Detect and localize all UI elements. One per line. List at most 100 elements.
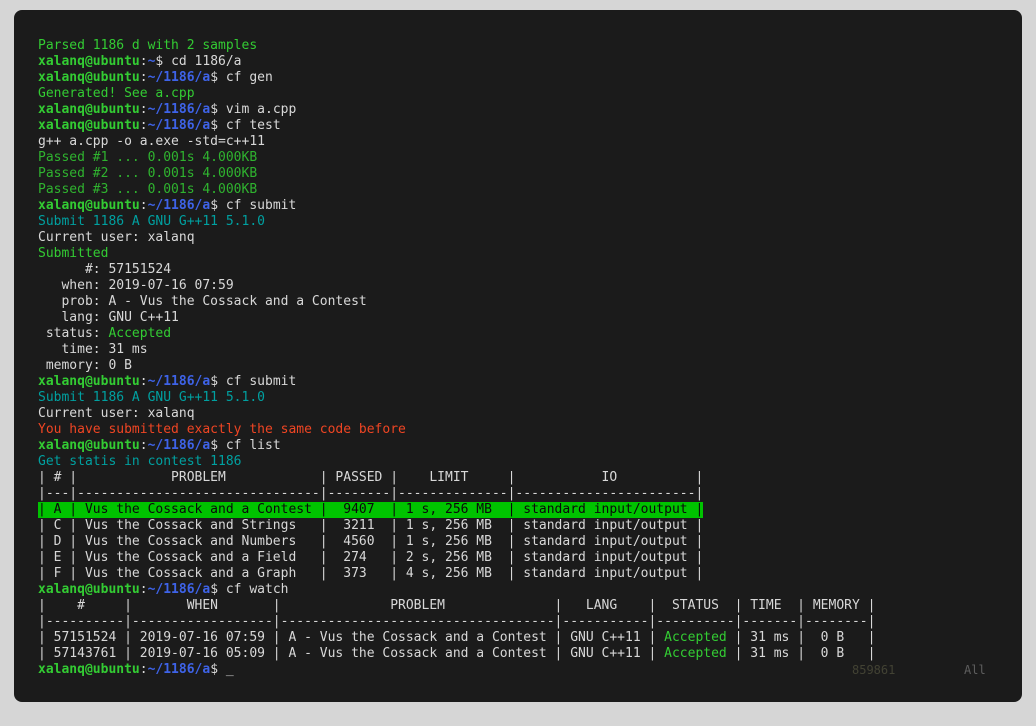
table-separator: |---|-------------------------------|---… — [38, 486, 1022, 502]
prompt-path: ~/1186/a — [148, 662, 211, 677]
text-segment: time: 31 ms — [38, 342, 148, 357]
text-segment: | 57143761 | 2019-07-16 05:09 | A - Vus … — [38, 646, 664, 661]
output-line: Parsed 1186 d with 2 samples — [38, 38, 1022, 54]
status-accepted: Accepted — [664, 646, 727, 661]
text-segment: : — [140, 118, 148, 133]
table-row: | D | Vus the Cossack and Numbers | 4560… — [38, 534, 1022, 550]
text-segment: Current user: xalanq — [38, 406, 195, 421]
table-row: | F | Vus the Cossack and a Graph | 373 … — [38, 566, 1022, 582]
text-segment: $ — [210, 438, 226, 453]
command-text: cf watch — [226, 582, 289, 597]
command-text: vim a.cpp — [226, 102, 296, 117]
output-line: Passed #1 ... 0.001s 4.000KB — [38, 150, 1022, 166]
text-segment: when: 2019-07-16 07:59 — [38, 278, 234, 293]
text-segment: lang: GNU C++11 — [38, 310, 179, 325]
text-segment: : — [140, 662, 148, 677]
output-line: Submit 1186 A GNU G++11 5.1.0 — [38, 214, 1022, 230]
table-row: | 57143761 | 2019-07-16 05:09 | A - Vus … — [38, 646, 1022, 662]
prompt-path: ~/1186/a — [148, 102, 211, 117]
table-header: | # | WHEN | PROBLEM | LANG | STATUS | T… — [38, 598, 1022, 614]
text-segment: status: — [38, 326, 108, 341]
text-segment: $ — [210, 70, 226, 85]
text-segment: | 31 ms | 0 B | — [727, 646, 876, 661]
text-segment: : — [140, 582, 148, 597]
prompt-user-host: xalanq@ubuntu — [38, 662, 140, 677]
text-segment: | F | Vus the Cossack and a Graph | 373 … — [38, 566, 703, 581]
prompt-user-host: xalanq@ubuntu — [38, 102, 140, 117]
prompt-path: ~/1186/a — [148, 198, 211, 213]
output-line: Current user: xalanq — [38, 406, 1022, 422]
command-text: cf list — [226, 438, 281, 453]
output-line: prob: A - Vus the Cossack and a Contest — [38, 294, 1022, 310]
text-segment: | E | Vus the Cossack and a Field | 274 … — [38, 550, 703, 565]
prompt-user-host: xalanq@ubuntu — [38, 374, 140, 389]
output-line: time: 31 ms — [38, 342, 1022, 358]
text-segment: Generated! See a.cpp — [38, 86, 195, 101]
text-segment: Passed #2 ... 0.001s 4.000KB — [38, 166, 257, 181]
text-segment: $ — [210, 198, 226, 213]
output-line: lang: GNU C++11 — [38, 310, 1022, 326]
prompt-user-host: xalanq@ubuntu — [38, 118, 140, 133]
text-segment: $ — [210, 582, 226, 597]
output-line: Generated! See a.cpp — [38, 86, 1022, 102]
output-line: Get statis in contest 1186 — [38, 454, 1022, 470]
terminal-window[interactable]: Parsed 1186 d with 2 samplesxalanq@ubunt… — [14, 10, 1022, 702]
output-line: status: Accepted — [38, 326, 1022, 342]
text-segment: |----------|------------------|---------… — [38, 614, 875, 629]
text-segment: Get statis in contest 1186 — [38, 454, 242, 469]
prompt-path: ~/1186/a — [148, 374, 211, 389]
status-accepted: Accepted — [664, 630, 727, 645]
text-segment: : — [140, 374, 148, 389]
text-segment: Submit 1186 A GNU G++11 5.1.0 — [38, 390, 265, 405]
prompt-user-host: xalanq@ubuntu — [38, 54, 140, 69]
text-segment: $ — [155, 54, 171, 69]
text-segment: | A | Vus the Cossack and a Contest | 94… — [38, 502, 703, 517]
text-segment: $ — [210, 374, 226, 389]
table-row: | C | Vus the Cossack and Strings | 3211… — [38, 518, 1022, 534]
text-segment: #: 57151524 — [38, 262, 171, 277]
text-segment: $ — [210, 102, 226, 117]
text-segment: Submitted — [38, 246, 108, 261]
prompt-path: ~/1186/a — [148, 70, 211, 85]
text-segment: : — [140, 102, 148, 117]
prompt-line: xalanq@ubuntu:~/1186/a$ cf submit — [38, 374, 1022, 390]
prompt-user-host: xalanq@ubuntu — [38, 198, 140, 213]
ghost-text: All — [964, 662, 986, 678]
terminal-output: Parsed 1186 d with 2 samplesxalanq@ubunt… — [38, 38, 1022, 678]
text-segment: g++ a.cpp -o a.exe -std=c++11 — [38, 134, 265, 149]
output-line: Submit 1186 A GNU G++11 5.1.0 — [38, 390, 1022, 406]
output-line: g++ a.cpp -o a.exe -std=c++11 — [38, 134, 1022, 150]
command-text: cf submit — [226, 374, 296, 389]
text-segment: prob: A - Vus the Cossack and a Contest — [38, 294, 367, 309]
text-segment: : — [140, 54, 148, 69]
prompt-line: xalanq@ubuntu:~/1186/a$ cf list — [38, 438, 1022, 454]
text-segment: $ — [210, 118, 226, 133]
cursor: _ — [226, 662, 234, 677]
text-segment: Passed #1 ... 0.001s 4.000KB — [38, 150, 257, 165]
text-segment: | C | Vus the Cossack and Strings | 3211… — [38, 518, 703, 533]
prompt-line: xalanq@ubuntu:~/1186/a$ cf test — [38, 118, 1022, 134]
output-line: #: 57151524 — [38, 262, 1022, 278]
table-header: | # | PROBLEM | PASSED | LIMIT | IO | — [38, 470, 1022, 486]
output-line: Passed #3 ... 0.001s 4.000KB — [38, 182, 1022, 198]
selected-row-highlight: | A | Vus the Cossack and a Contest | 94… — [38, 502, 703, 518]
text-segment: |---|-------------------------------|---… — [38, 486, 703, 501]
prompt-path: ~/1186/a — [148, 438, 211, 453]
prompt-user-host: xalanq@ubuntu — [38, 70, 140, 85]
command-text: cd 1186/a — [171, 54, 241, 69]
text-segment: : — [140, 438, 148, 453]
text-segment: Current user: xalanq — [38, 230, 195, 245]
table-row-selected: | A | Vus the Cossack and a Contest | 94… — [38, 502, 1022, 518]
command-text: cf test — [226, 118, 281, 133]
output-line: when: 2019-07-16 07:59 — [38, 278, 1022, 294]
error-message: You have submitted exactly the same code… — [38, 422, 406, 437]
table-row: | 57151524 | 2019-07-16 07:59 | A - Vus … — [38, 630, 1022, 646]
command-text: cf submit — [226, 198, 296, 213]
status-accepted: Accepted — [108, 326, 171, 341]
output-line: Submitted — [38, 246, 1022, 262]
prompt-user-host: xalanq@ubuntu — [38, 582, 140, 597]
text-segment: | 57151524 | 2019-07-16 07:59 | A - Vus … — [38, 630, 664, 645]
prompt-user-host: xalanq@ubuntu — [38, 438, 140, 453]
output-line: You have submitted exactly the same code… — [38, 422, 1022, 438]
text-segment: : — [140, 70, 148, 85]
